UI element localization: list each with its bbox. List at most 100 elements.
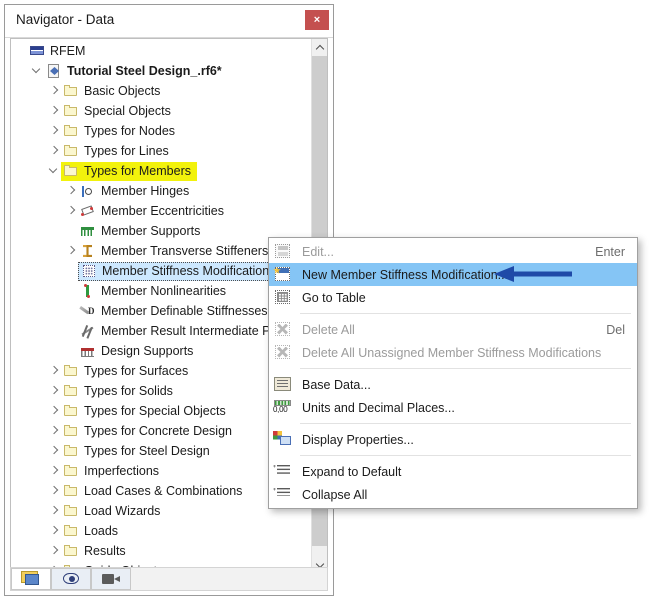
tree-item-content[interactable]: Member Transverse Stiffeners [78,242,274,261]
menu-item-delete-all: Delete All Del [269,318,637,341]
member-eccentricity-icon [80,203,96,219]
chevron-down-icon[interactable] [30,61,44,81]
menu-item-label: Go to Table [302,290,366,305]
chevron-right-icon[interactable] [47,501,61,521]
delete-icon [272,321,294,339]
tree-item-types-for-nodes[interactable]: Types for Nodes [11,121,313,141]
tree-item-content[interactable]: Types for Solids [61,382,179,401]
chevron-down-icon[interactable] [47,161,61,181]
menu-item-collapse-all[interactable]: Collapse All [269,483,637,506]
tree-item-content[interactable]: Results [61,542,132,561]
context-menu[interactable]: Edit... Enter New Member Stiffness Modific… [268,237,638,509]
chevron-right-icon[interactable] [64,181,78,201]
menu-item-label: Display Properties... [302,432,414,447]
tree-item-member-hinges[interactable]: Member Hinges [11,181,313,201]
tree-item-content[interactable]: Load Wizards [61,502,166,521]
menu-item-display-properties[interactable]: Display Properties... [269,428,637,451]
tree-item-member-eccentricities[interactable]: Member Eccentricities [11,201,313,221]
tree-item-content[interactable]: Design Supports [78,342,199,361]
chevron-right-icon[interactable] [47,541,61,561]
tree-item-content[interactable]: Types for Concrete Design [61,422,238,441]
tree-item-content[interactable]: Types for Lines [61,142,175,161]
chevron-right-icon[interactable] [47,101,61,121]
tree-item-label: Types for Special Objects [84,403,226,418]
chevron-right-icon[interactable] [47,401,61,421]
tree-item-rfem[interactable]: RFEM [11,41,313,61]
chevron-glyph [50,467,58,475]
menu-item-units-and-decimal-places[interactable]: Units and Decimal Places... [269,396,637,419]
tree-item-content[interactable]: Load Cases & Combinations [61,482,248,501]
chevron-right-icon[interactable] [47,141,61,161]
chevron-right-icon[interactable] [47,81,61,101]
member-support-icon [80,223,96,239]
chevron-right-icon[interactable] [64,241,78,261]
tree-item-content[interactable]: Member Eccentricities [78,202,230,221]
tree-item-results[interactable]: Results [11,541,313,561]
tree-item-label: Design Supports [101,343,194,358]
chevron-right-icon[interactable] [47,441,61,461]
tree-item-content[interactable]: Types for Special Objects [61,402,232,421]
tree-item-content[interactable]: Tutorial Steel Design_.rf6* [44,62,228,81]
tree-item-content[interactable]: Loads [61,522,124,541]
tree-item-content[interactable]: Special Objects [61,102,177,121]
menu-item-expand-to-default[interactable]: Expand to Default [269,460,637,483]
menu-separator [300,313,631,314]
tree-item-content[interactable]: Types for Nodes [61,122,181,141]
tree-item-basic-objects[interactable]: Basic Objects [11,81,313,101]
tree-item-types-for-lines[interactable]: Types for Lines [11,141,313,161]
scroll-up-button[interactable] [312,39,327,56]
chevron-right-icon[interactable] [47,361,61,381]
chevron-right-icon[interactable] [47,121,61,141]
chevron-right-icon[interactable] [47,421,61,441]
chevron-glyph [50,507,58,515]
tree-item-content[interactable]: Types for Steel Design [61,442,216,461]
navigator-data-button[interactable] [11,568,51,590]
navigator-bottom-toolbar[interactable] [10,567,328,591]
tree-item-label: Results [84,543,126,558]
chevron-right-icon[interactable] [47,461,61,481]
chevron-glyph [50,107,58,115]
tree-item-content[interactable]: Member Stiffness Modifications [78,261,283,281]
tree-item-content[interactable]: Member Hinges [78,182,195,201]
menu-item-label: Collapse All [302,487,368,502]
tree-item-label: Loads [84,523,119,538]
chevron-glyph [50,167,58,175]
chevron-right-icon[interactable] [47,481,61,501]
tree-item-content[interactable]: Types for Members [61,161,197,181]
chevron-right-icon[interactable] [47,381,61,401]
navigator-views-button[interactable] [91,568,131,590]
menu-item-go-to-table[interactable]: Go to Table [269,286,637,309]
tree-item-special-objects[interactable]: Special Objects [11,101,313,121]
menu-item-base-data[interactable]: Base Data... [269,373,637,396]
tree-item-content[interactable]: RFEM [27,42,91,61]
menu-item-new-member-stiffness-modification[interactable]: New Member Stiffness Modification... [269,263,637,286]
tree-item-label: Member Supports [101,223,201,238]
folder-icon [63,403,79,419]
tree-item-types-for-members[interactable]: Types for Members [11,161,313,181]
star-badge-icon [273,266,281,274]
member-definable-icon [80,303,96,319]
tree-item-tutorial-steel-design-rf6[interactable]: Tutorial Steel Design_.rf6* [11,61,313,81]
tree-item-content[interactable]: Types for Surfaces [61,362,194,381]
navigator-display-button[interactable] [51,568,91,590]
units-icon [272,399,294,417]
chevron-right-icon[interactable] [47,521,61,541]
tree-item-content[interactable]: Member Nonlinearities [78,282,232,301]
menu-item-edit: Edit... Enter [269,240,637,263]
chevron-glyph [50,547,58,555]
tree-item-content[interactable]: Member Definable Stiffnesses [78,302,274,321]
tree-item-content[interactable]: Imperfections [61,462,165,481]
tree-item-content[interactable]: Basic Objects [61,82,166,101]
menu-separator [300,368,631,369]
close-button[interactable]: × [305,10,329,30]
chevron-right-icon[interactable] [64,201,78,221]
tree-item-label: Special Objects [84,103,171,118]
rfem-icon [29,43,45,59]
tree-item-loads[interactable]: Loads [11,521,313,541]
eye-icon [61,572,81,586]
tree-item-content[interactable]: Member Supports [78,222,206,241]
chevron-glyph [50,147,58,155]
folder-icon [63,383,79,399]
